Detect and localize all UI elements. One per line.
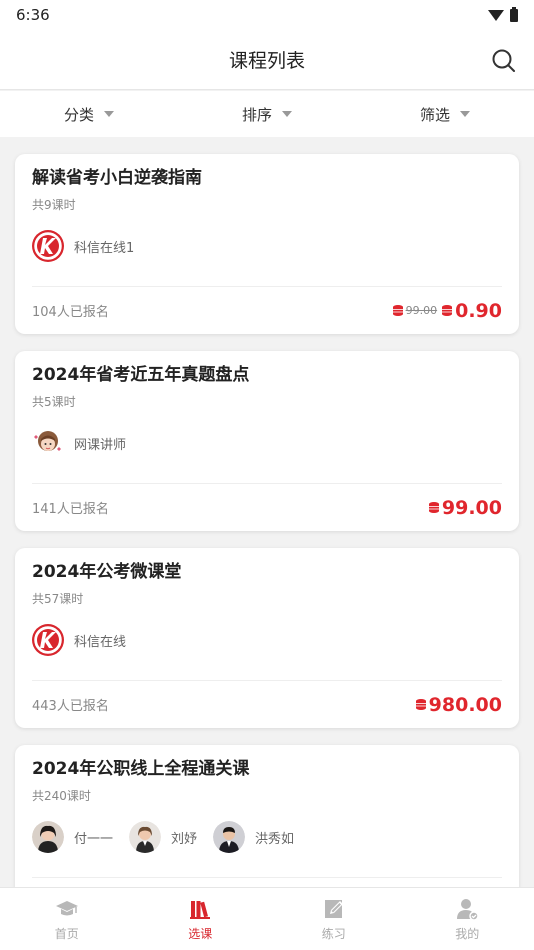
course-footer: 141人已报名 99.00: [32, 483, 502, 531]
current-price: 980.00: [428, 693, 502, 716]
books-icon: [190, 900, 211, 919]
kexin-logo-icon: [32, 230, 64, 262]
status-icons: [488, 6, 518, 22]
tab-label: 我的: [455, 926, 480, 941]
teacher-list: 付一一 刘妤 洪秀如: [32, 821, 502, 853]
bottom-tab-bar: 首页 选课 练习 我的: [0, 887, 534, 950]
top-nav-bar: 课程列表: [0, 30, 534, 90]
filter-bar: 分类 排序 筛选: [0, 91, 534, 137]
teacher: 付一一: [32, 821, 113, 853]
teacher-photo-icon: [213, 821, 246, 853]
course-footer: [32, 877, 502, 887]
search-icon[interactable]: [490, 47, 518, 75]
page-title: 课程列表: [228, 50, 305, 72]
teacher-name: 付一一: [74, 831, 114, 847]
course-footer: 443人已报名 980.00: [32, 680, 502, 728]
filter-screen[interactable]: 筛选: [356, 104, 534, 125]
teacher-name: 洪秀如: [255, 831, 295, 847]
coin-icon: [415, 699, 426, 710]
tab-label: 练习: [321, 926, 346, 941]
filter-category[interactable]: 分类: [0, 104, 178, 125]
user-icon: [457, 898, 479, 921]
cartoon-avatar-icon: [32, 427, 64, 459]
teacher-name: 刘妤: [171, 831, 198, 847]
coin-icon: [428, 502, 439, 513]
teacher-list: 网课讲师: [32, 427, 502, 459]
teacher-list: 科信在线1: [32, 230, 502, 262]
course-lessons: 共9课时: [32, 198, 76, 212]
enrolled-count: 141人已报名: [32, 502, 109, 517]
teacher: 刘妤: [129, 821, 197, 853]
filter-label: 筛选: [419, 105, 450, 124]
status-time: 6:36: [16, 6, 50, 24]
course-lessons: 共57课时: [32, 592, 84, 606]
tab-courses[interactable]: 选课: [134, 888, 268, 950]
course-footer: 104人已报名 99.00 0.90: [32, 286, 502, 334]
price-group: 980.00: [415, 694, 502, 716]
teacher: 科信在线: [32, 624, 126, 656]
caret-down-icon: [104, 111, 114, 117]
tab-label: 首页: [54, 926, 79, 941]
current-price: 0.90: [455, 299, 502, 322]
teacher-name: 科信在线: [74, 634, 127, 650]
edit-icon: [324, 899, 343, 918]
price-group: 99.00 0.90: [392, 300, 502, 322]
original-price: 99.00: [405, 304, 438, 317]
teacher-name: 科信在线1: [74, 240, 135, 256]
caret-down-icon: [460, 111, 470, 117]
course-lessons: 共240课时: [32, 789, 91, 803]
course-card[interactable]: 2024年公考微课堂 共57课时 科信在线 443人已报名 980.00: [15, 548, 519, 728]
teacher-name: 网课讲师: [74, 437, 127, 453]
coin-icon: [442, 305, 453, 316]
tab-home[interactable]: 首页: [0, 888, 134, 950]
filter-label: 排序: [241, 105, 272, 124]
teacher-list: 科信在线: [32, 624, 502, 656]
tab-label: 选课: [188, 926, 213, 941]
teacher: 科信在线1: [32, 230, 134, 262]
filter-label: 分类: [63, 105, 94, 124]
coin-icon: [392, 305, 403, 316]
price-group: 99.00: [428, 497, 502, 519]
teacher: 网课讲师: [32, 427, 126, 459]
enrolled-count: 443人已报名: [32, 699, 109, 714]
battery-icon: [510, 6, 518, 22]
course-title: 2024年省考近五年真题盘点: [32, 365, 250, 385]
teacher-photo-icon: [32, 821, 64, 853]
tab-mine[interactable]: 我的: [401, 888, 534, 950]
course-card[interactable]: 2024年公职线上全程通关课 共240课时 付一一 刘妤 洪秀如: [15, 745, 519, 887]
kexin-logo-icon: [32, 624, 64, 656]
graduation-cap-icon: [55, 900, 78, 915]
current-price: 99.00: [441, 496, 502, 519]
course-list[interactable]: 解读省考小白逆袭指南 共9课时 科信在线1 104人已报名 99.00 0.90: [0, 137, 534, 887]
teacher: 洪秀如: [213, 821, 294, 853]
filter-sort[interactable]: 排序: [178, 104, 356, 125]
course-title: 2024年公职线上全程通关课: [32, 759, 250, 779]
course-lessons: 共5课时: [32, 395, 76, 409]
teacher-photo-icon: [129, 821, 162, 853]
course-card[interactable]: 解读省考小白逆袭指南 共9课时 科信在线1 104人已报名 99.00 0.90: [15, 154, 519, 334]
status-bar: 6:36: [0, 0, 534, 30]
tab-practice[interactable]: 练习: [267, 888, 401, 950]
enrolled-count: 104人已报名: [32, 305, 109, 320]
wifi-icon: [488, 9, 504, 21]
course-title: 2024年公考微课堂: [32, 562, 182, 582]
caret-down-icon: [282, 111, 292, 117]
course-title: 解读省考小白逆袭指南: [32, 168, 202, 188]
course-card[interactable]: 2024年省考近五年真题盘点 共5课时 网课讲师 141人已报名 99.00: [15, 351, 519, 531]
